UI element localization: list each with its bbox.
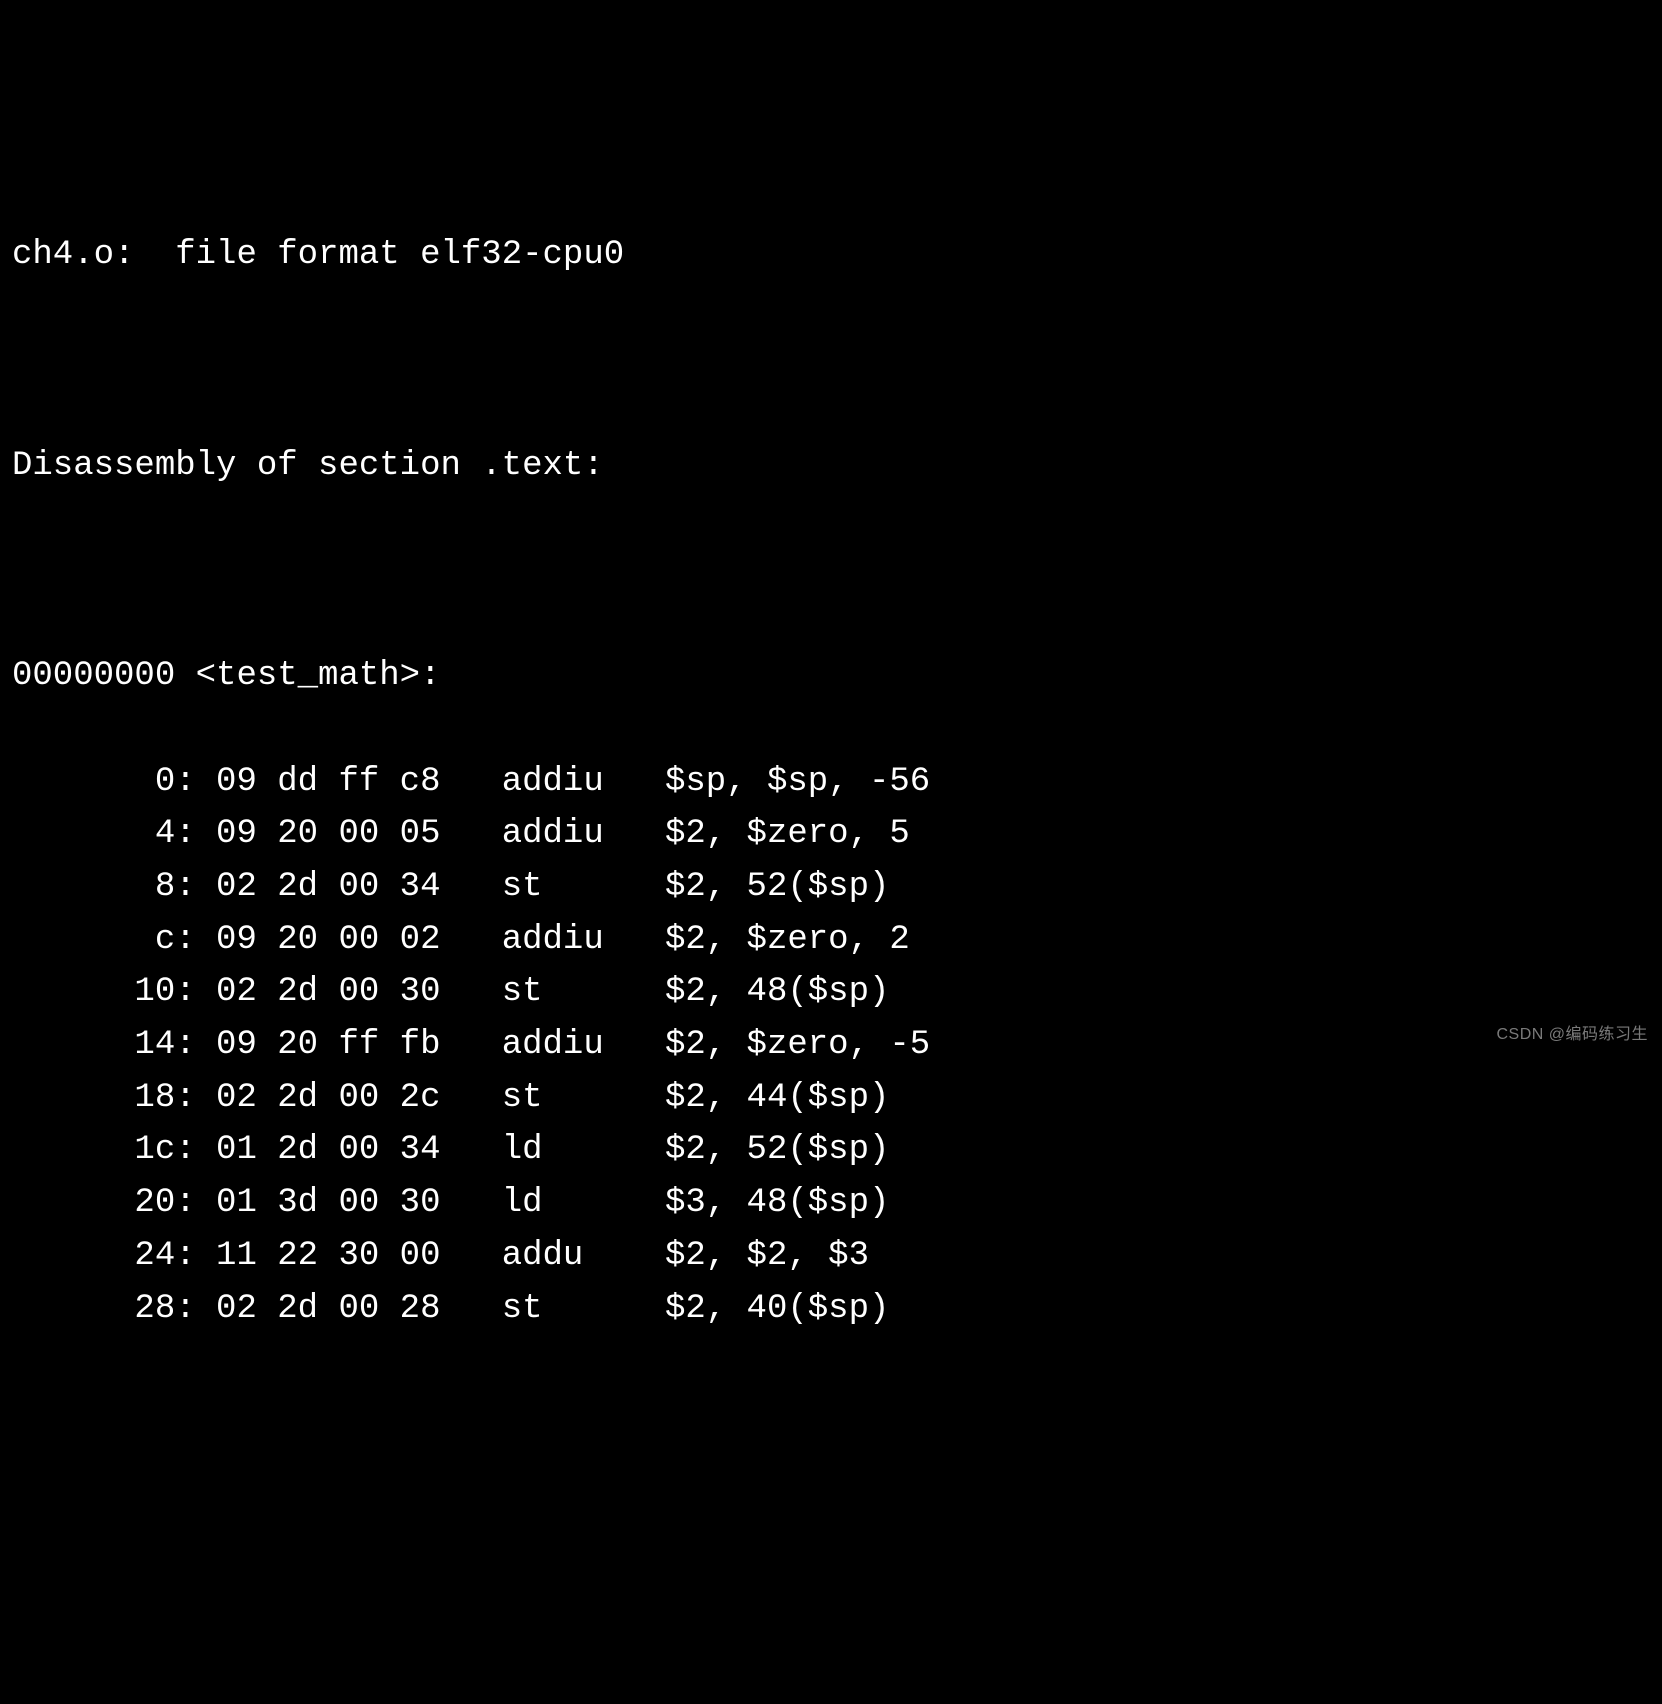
instruction-bytes: 02 2d 00 30 xyxy=(216,973,440,1011)
file-format-label: file format xyxy=(175,236,399,274)
instruction-mnemonic: st xyxy=(502,1290,665,1328)
instruction-bytes: 11 22 30 00 xyxy=(216,1237,440,1275)
filename: ch4.o xyxy=(12,236,114,274)
instruction-list: 0: 09 dd ff c8 addiu $sp, $sp, -56 4: 09… xyxy=(12,756,1650,1336)
instruction-row: 18: 02 2d 00 2c st $2, 44($sp) xyxy=(12,1072,1650,1125)
instruction-bytes: 01 3d 00 30 xyxy=(216,1184,440,1222)
instruction-row: 14: 09 20 ff fb addiu $2, $zero, -5 xyxy=(12,1019,1650,1072)
file-format: elf32-cpu0 xyxy=(420,236,624,274)
instruction-offset: 10: xyxy=(12,973,196,1011)
instruction-bytes: 02 2d 00 28 xyxy=(216,1290,440,1328)
symbol-address: 00000000 xyxy=(12,657,175,695)
instruction-offset: 18: xyxy=(12,1079,196,1117)
instruction-row: 20: 01 3d 00 30 ld $3, 48($sp) xyxy=(12,1177,1650,1230)
instruction-operands: $2, 40($sp) xyxy=(665,1290,889,1328)
instruction-mnemonic: addiu xyxy=(502,1026,665,1064)
instruction-offset: 1c: xyxy=(12,1131,196,1169)
instruction-offset: 4: xyxy=(12,815,196,853)
instruction-bytes: 01 2d 00 34 xyxy=(216,1131,440,1169)
instruction-row: 28: 02 2d 00 28 st $2, 40($sp) xyxy=(12,1283,1650,1336)
instruction-bytes: 02 2d 00 34 xyxy=(216,868,440,906)
instruction-bytes: 09 20 ff fb xyxy=(216,1026,440,1064)
instruction-mnemonic: addiu xyxy=(502,921,665,959)
instruction-mnemonic: ld xyxy=(502,1131,665,1169)
instruction-mnemonic: ld xyxy=(502,1184,665,1222)
instruction-row: 10: 02 2d 00 30 st $2, 48($sp) xyxy=(12,966,1650,1019)
file-header-line: ch4.o: file format elf32-cpu0 xyxy=(12,229,1650,282)
symbol-line: 00000000 <test_math>: xyxy=(12,650,1650,703)
instruction-bytes: 02 2d 00 2c xyxy=(216,1079,440,1117)
watermark: CSDN @编码练习生 xyxy=(1496,1023,1648,1048)
instruction-bytes: 09 20 00 02 xyxy=(216,921,440,959)
instruction-operands: $sp, $sp, -56 xyxy=(665,763,930,801)
instruction-mnemonic: st xyxy=(502,973,665,1011)
instruction-offset: 28: xyxy=(12,1290,196,1328)
instruction-row: 4: 09 20 00 05 addiu $2, $zero, 5 xyxy=(12,808,1650,861)
instruction-row: 24: 11 22 30 00 addu $2, $2, $3 xyxy=(12,1230,1650,1283)
instruction-mnemonic: st xyxy=(502,1079,665,1117)
symbol-name: <test_math>: xyxy=(196,657,441,695)
instruction-offset: c: xyxy=(12,921,196,959)
instruction-bytes: 09 20 00 05 xyxy=(216,815,440,853)
instruction-mnemonic: st xyxy=(502,868,665,906)
instruction-operands: $2, 48($sp) xyxy=(665,973,889,1011)
instruction-mnemonic: addu xyxy=(502,1237,665,1275)
instruction-offset: 8: xyxy=(12,868,196,906)
blank-line xyxy=(12,545,1650,598)
instruction-row: 8: 02 2d 00 34 st $2, 52($sp) xyxy=(12,861,1650,914)
instruction-operands: $2, 44($sp) xyxy=(665,1079,889,1117)
instruction-row: c: 09 20 00 02 addiu $2, $zero, 2 xyxy=(12,914,1650,967)
instruction-operands: $2, 52($sp) xyxy=(665,1131,889,1169)
instruction-operands: $2, $zero, 2 xyxy=(665,921,910,959)
instruction-operands: $3, 48($sp) xyxy=(665,1184,889,1222)
instruction-mnemonic: addiu xyxy=(502,815,665,853)
instruction-offset: 14: xyxy=(12,1026,196,1064)
instruction-offset: 0: xyxy=(12,763,196,801)
instruction-offset: 24: xyxy=(12,1237,196,1275)
section-header: Disassembly of section .text: xyxy=(12,440,1650,493)
instruction-operands: $2, 52($sp) xyxy=(665,868,889,906)
instruction-operands: $2, $zero, 5 xyxy=(665,815,910,853)
instruction-operands: $2, $2, $3 xyxy=(665,1237,869,1275)
instruction-bytes: 09 dd ff c8 xyxy=(216,763,440,801)
instruction-row: 1c: 01 2d 00 34 ld $2, 52($sp) xyxy=(12,1124,1650,1177)
blank-line xyxy=(12,334,1650,387)
instruction-offset: 20: xyxy=(12,1184,196,1222)
instruction-operands: $2, $zero, -5 xyxy=(665,1026,930,1064)
instruction-row: 0: 09 dd ff c8 addiu $sp, $sp, -56 xyxy=(12,756,1650,809)
instruction-mnemonic: addiu xyxy=(502,763,665,801)
